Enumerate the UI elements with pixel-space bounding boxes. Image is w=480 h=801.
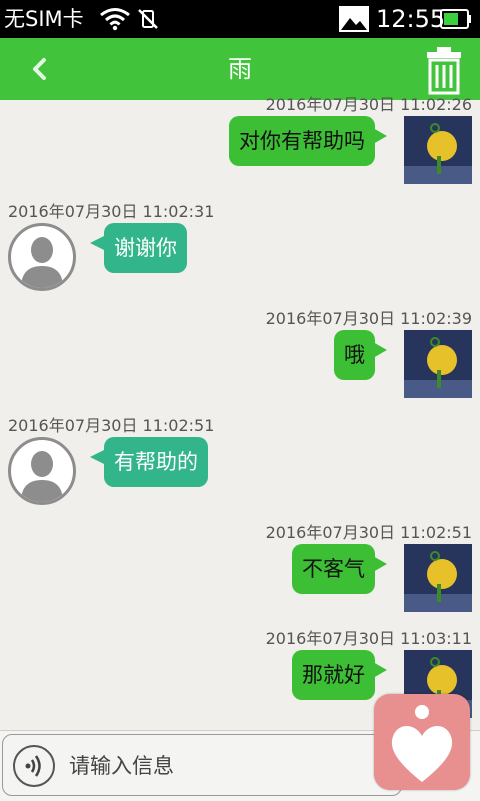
chat-header: 雨 xyxy=(0,38,480,100)
message-timestamp: 2016年07月30日 11:02:26 xyxy=(265,95,472,114)
avatar[interactable] xyxy=(404,116,472,184)
avatar[interactable] xyxy=(404,544,472,612)
message-timestamp: 2016年07月30日 11:02:51 xyxy=(8,416,215,435)
floating-heart-button[interactable] xyxy=(374,694,470,790)
clock: 12:55 xyxy=(376,5,446,33)
message-bubble[interactable]: 那就好 xyxy=(292,650,387,700)
message-timestamp: 2016年07月30日 11:02:39 xyxy=(265,309,472,328)
delete-button[interactable] xyxy=(422,45,466,95)
default-user-icon xyxy=(21,451,63,502)
trash-icon xyxy=(427,47,461,95)
voice-input-button[interactable] xyxy=(13,745,55,787)
message-bubble[interactable]: 有帮助的 xyxy=(90,437,208,487)
wifi-icon xyxy=(100,8,130,31)
avatar-image xyxy=(404,116,472,184)
avatar-image xyxy=(404,544,472,612)
image-notification-icon xyxy=(339,6,369,32)
heart-person-icon xyxy=(391,705,453,782)
message-timestamp: 2016年07月30日 11:03:11 xyxy=(265,629,472,648)
message-timestamp: 2016年07月30日 11:02:31 xyxy=(8,202,215,221)
avatar[interactable] xyxy=(404,330,472,398)
chevron-left-icon xyxy=(33,58,46,80)
default-user-icon xyxy=(21,237,63,288)
status-bar: 无SIM卡 12:55 xyxy=(0,0,480,38)
message-bubble[interactable]: 哦 xyxy=(334,330,387,380)
vibrate-mute-icon xyxy=(138,9,158,29)
message-bubble[interactable]: 谢谢你 xyxy=(90,223,187,273)
message-input[interactable] xyxy=(67,741,391,791)
message-bubble[interactable]: 不客气 xyxy=(292,544,387,594)
avatar-image xyxy=(404,330,472,398)
avatar[interactable] xyxy=(8,223,76,291)
carrier-label: 无SIM卡 xyxy=(4,7,84,31)
message-timestamp: 2016年07月30日 11:02:51 xyxy=(265,523,472,542)
message-bubble[interactable]: 对你有帮助吗 xyxy=(229,116,387,166)
message-input-container xyxy=(2,734,402,796)
voice-wave-icon xyxy=(25,755,41,777)
back-button[interactable] xyxy=(20,38,64,100)
avatar[interactable] xyxy=(8,437,76,505)
chat-title: 雨 xyxy=(228,55,252,83)
battery-icon xyxy=(440,9,471,29)
